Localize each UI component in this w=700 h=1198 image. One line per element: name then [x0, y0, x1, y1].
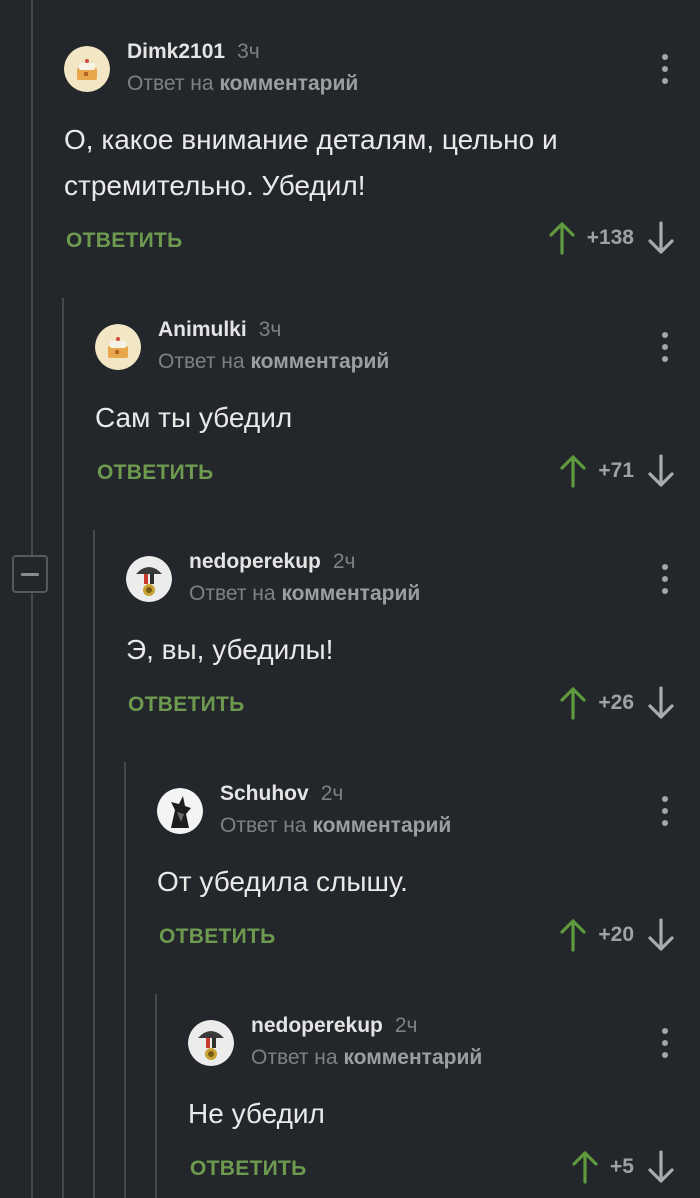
comment: Animulki 3ч Ответ на комментарий Сам ты у… [95, 318, 700, 514]
reply-button[interactable]: ОТВЕТИТЬ [97, 461, 214, 485]
comment: Dimk2101 3ч Ответ на комментарий О, какое… [64, 40, 700, 276]
comment-text: О, какое внимание деталям, цельно и стре… [64, 124, 558, 201]
comment-text: Сам ты убедил [95, 402, 293, 433]
avatar[interactable] [157, 788, 203, 834]
score: +20 [598, 923, 634, 946]
reply-button[interactable]: ОТВЕТИТЬ [190, 1157, 307, 1181]
comment-time: 3ч [258, 318, 282, 341]
upvote-icon[interactable] [560, 918, 586, 952]
thread-line [31, 0, 33, 1198]
rating-bar: +5 [572, 1150, 674, 1184]
rating-bar: +20 [560, 918, 674, 952]
avatar[interactable] [95, 324, 141, 370]
downvote-icon[interactable] [648, 918, 674, 952]
more-options-icon[interactable] [662, 564, 668, 594]
author-name[interactable]: Dimk2101 3ч [127, 40, 260, 64]
avatar[interactable] [64, 46, 110, 92]
downvote-icon[interactable] [648, 454, 674, 488]
reply-button[interactable]: ОТВЕТИТЬ [66, 229, 183, 253]
reply-to-label: Ответ на комментарий [220, 814, 452, 837]
author-name[interactable]: Animulki 3ч [158, 318, 281, 342]
avatar[interactable] [126, 556, 172, 602]
more-options-icon[interactable] [662, 796, 668, 826]
avatar[interactable] [188, 1020, 234, 1066]
more-options-icon[interactable] [662, 332, 668, 362]
reply-button[interactable]: ОТВЕТИТЬ [159, 925, 276, 949]
reply-to-link[interactable]: комментарий [250, 350, 389, 373]
upvote-icon[interactable] [560, 686, 586, 720]
minus-icon [21, 572, 39, 576]
collapse-thread-button[interactable] [12, 555, 48, 593]
comment-time: 2ч [320, 782, 344, 805]
thread-line [93, 530, 95, 1198]
comment-text: Не убедил [188, 1098, 325, 1129]
comment-text: От убедила слышу. [157, 866, 408, 897]
author-name[interactable]: nedoperekup 2ч [189, 550, 355, 574]
score: +26 [598, 691, 634, 714]
comment: nedoperekup 2ч Ответ на комментарий Э, вы… [126, 550, 700, 746]
upvote-icon[interactable] [560, 454, 586, 488]
author-name[interactable]: Schuhov 2ч [220, 782, 343, 806]
thread-line [155, 994, 157, 1198]
downvote-icon[interactable] [648, 1150, 674, 1184]
reply-button[interactable]: ОТВЕТИТЬ [128, 693, 245, 717]
comment: Schuhov 2ч Ответ на комментарий От убедил… [157, 782, 700, 978]
score: +138 [586, 226, 634, 249]
comment: nedoperekup 2ч Ответ на комментарий Не уб… [188, 1014, 700, 1198]
score: +5 [610, 1155, 634, 1178]
rating-bar: +138 [549, 221, 674, 255]
comment-text: Э, вы, убедилы! [126, 634, 334, 665]
comment-time: 3ч [237, 40, 260, 63]
comment-time: 2ч [332, 550, 356, 573]
more-options-icon[interactable] [662, 1028, 668, 1058]
author-name[interactable]: nedoperekup 2ч [251, 1014, 417, 1038]
comment-time: 2ч [394, 1014, 418, 1037]
reply-to-link[interactable]: комментарий [312, 814, 451, 837]
reply-to-link[interactable]: комментарий [281, 582, 420, 605]
downvote-icon[interactable] [648, 221, 674, 255]
reply-to-label: Ответ на комментарий [127, 72, 359, 95]
thread-line [62, 298, 64, 1198]
score: +71 [598, 459, 634, 482]
rating-bar: +26 [560, 686, 674, 720]
reply-to-label: Ответ на комментарий [189, 582, 421, 605]
reply-to-label: Ответ на комментарий [251, 1046, 483, 1069]
reply-to-link[interactable]: комментарий [219, 72, 358, 95]
upvote-icon[interactable] [549, 221, 575, 255]
more-options-icon[interactable] [662, 54, 668, 84]
downvote-icon[interactable] [648, 686, 674, 720]
reply-to-link[interactable]: комментарий [343, 1046, 482, 1069]
rating-bar: +71 [560, 454, 674, 488]
thread-line [124, 762, 126, 1198]
reply-to-label: Ответ на комментарий [158, 350, 390, 373]
upvote-icon[interactable] [572, 1150, 598, 1184]
